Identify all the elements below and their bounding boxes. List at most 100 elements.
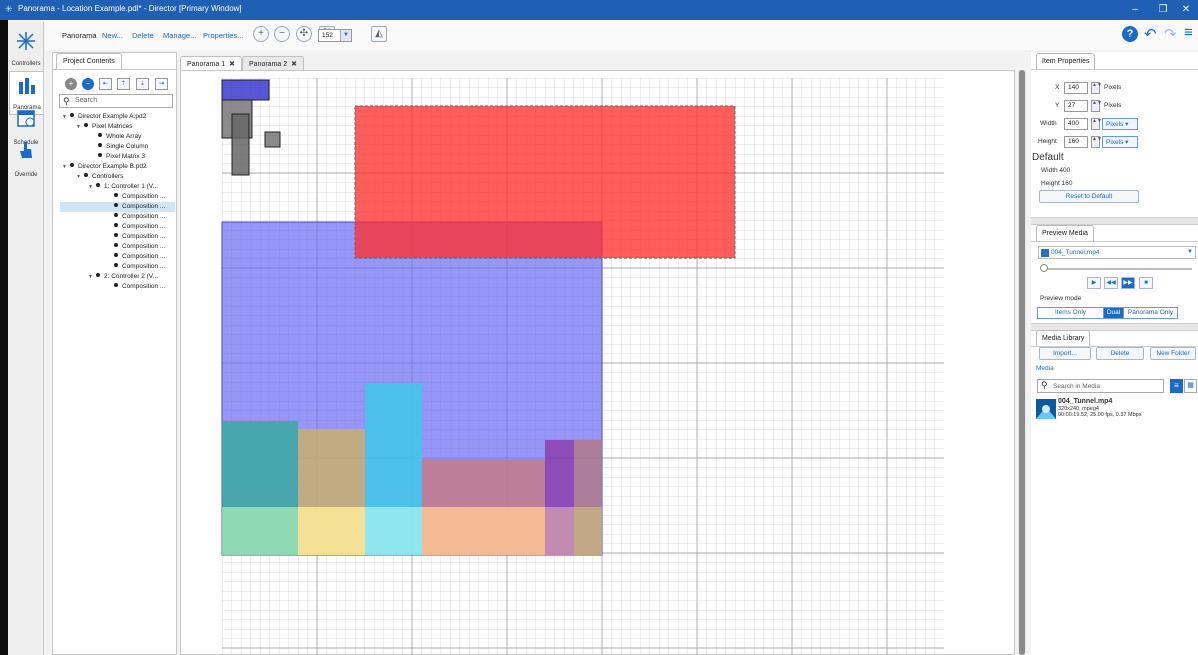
tree-item[interactable]: Composition ...: [114, 242, 165, 252]
tree-item[interactable]: ▼ Director Example A.pd2: [62, 112, 146, 122]
seek-track[interactable]: [1042, 268, 1192, 270]
nav-override[interactable]: Override: [9, 137, 43, 181]
tree-item[interactable]: Composition ...: [114, 192, 165, 202]
y-stepper[interactable]: ▲▼: [1091, 100, 1102, 112]
x-stepper[interactable]: ▲▼: [1091, 82, 1102, 94]
add-icon[interactable]: +: [65, 78, 77, 90]
project-search-input[interactable]: ⚲ Search: [59, 94, 173, 108]
composition-region[interactable]: [422, 459, 545, 507]
small-matrix-region[interactable]: [264, 131, 281, 148]
rewind-icon[interactable]: ◀◀: [1104, 277, 1118, 289]
tree-item[interactable]: ▼ Director Example B.pd2: [62, 162, 147, 172]
tab-panorama-2[interactable]: Panorama 2 ✖: [242, 56, 305, 70]
remove-icon[interactable]: −: [82, 78, 94, 90]
help-icon[interactable]: ?: [1122, 26, 1138, 42]
tree-item[interactable]: Composition ...: [114, 232, 165, 242]
tab-panorama-1[interactable]: Panorama 1 ✖: [180, 56, 243, 70]
play-icon[interactable]: ▶: [1087, 277, 1101, 289]
align-top-icon[interactable]: ⇡: [117, 78, 130, 90]
small-matrix-region[interactable]: [231, 113, 250, 176]
selected-item-region[interactable]: [354, 105, 736, 259]
composition-region[interactable]: [298, 429, 365, 507]
zoom-in-icon[interactable]: +: [253, 26, 269, 42]
width-unit-select[interactable]: Pixels ▾: [1102, 118, 1138, 130]
height-unit-select[interactable]: Pixels ▾: [1102, 136, 1138, 148]
tree-item[interactable]: ▼ 1: Controller 1 (V...: [88, 182, 158, 192]
x-input[interactable]: 140: [1064, 82, 1088, 94]
new-folder-button[interactable]: New Folder: [1150, 347, 1196, 360]
composition-region[interactable]: [365, 507, 422, 555]
composition-region[interactable]: [298, 507, 365, 555]
composition-region[interactable]: [574, 440, 602, 507]
align-bottom-icon[interactable]: ⇣: [136, 78, 149, 90]
menu-icon[interactable]: ≡: [1184, 24, 1193, 41]
tree-item[interactable]: Composition ...: [114, 212, 165, 222]
stop-icon[interactable]: ■: [1139, 277, 1153, 289]
tree-item[interactable]: ▼ Controllers: [76, 172, 123, 182]
tree-item[interactable]: Composition ...: [114, 222, 165, 232]
tree-item[interactable]: Composition ...: [114, 282, 165, 292]
grid-view-icon[interactable]: ▦: [1184, 379, 1197, 393]
mode-panorama-only[interactable]: Panorama Only: [1123, 307, 1178, 319]
delete-button[interactable]: Delete: [132, 31, 154, 40]
align-left-icon[interactable]: ⇤: [99, 78, 112, 90]
tree-item[interactable]: ▼ 2: Controller 2 (V...: [88, 272, 158, 282]
redo-icon[interactable]: ↷: [1164, 25, 1177, 43]
composition-region[interactable]: [222, 421, 298, 507]
maximize-button[interactable]: ❐: [1153, 2, 1173, 18]
composition-region[interactable]: [574, 507, 602, 555]
composition-region[interactable]: [422, 507, 545, 555]
properties-button[interactable]: Properties...: [203, 31, 243, 40]
media-item[interactable]: 004_Tunnel.mp4 320x240, mpeg4 00:00:19.5…: [1036, 397, 1196, 421]
close-tab-icon[interactable]: ✖: [291, 61, 297, 68]
media-select[interactable]: 004_Tunnel.mp4 ▼: [1038, 246, 1196, 259]
reset-to-default-button[interactable]: Reset to Default: [1039, 190, 1139, 203]
import-button[interactable]: Import...: [1039, 347, 1091, 360]
zoom-select[interactable]: 152 ▼: [318, 29, 352, 42]
canvas-scrollbar[interactable]: [1018, 70, 1026, 655]
media-search-input[interactable]: ⚲ Search in Media: [1037, 379, 1164, 393]
calendar-icon: [17, 110, 35, 127]
mode-dual[interactable]: Dual: [1103, 307, 1124, 319]
fast-forward-icon[interactable]: ▶▶: [1121, 277, 1135, 289]
small-matrix-region[interactable]: [221, 79, 270, 101]
tab-item-properties[interactable]: Item Properties: [1036, 53, 1096, 69]
close-button[interactable]: ✕: [1176, 2, 1196, 18]
y-input[interactable]: 27: [1064, 100, 1088, 112]
tab-media-library[interactable]: Media Library: [1036, 330, 1091, 346]
width-input[interactable]: 400: [1064, 118, 1088, 130]
seek-handle[interactable]: [1040, 264, 1048, 272]
composition-region[interactable]: [222, 507, 298, 555]
tree-item[interactable]: Pixel Matrix 3: [98, 152, 145, 162]
tree-item[interactable]: Composition ...: [114, 252, 165, 262]
composition-region[interactable]: [365, 383, 422, 507]
list-view-icon[interactable]: ≡: [1170, 379, 1183, 393]
width-stepper[interactable]: ▲▼: [1091, 118, 1102, 130]
tab-project-contents[interactable]: Project Contents: [56, 53, 122, 69]
fit-view-icon[interactable]: ✣: [296, 26, 312, 42]
mode-items-only[interactable]: Items Only: [1037, 307, 1104, 319]
tree-item[interactable]: Whole Array: [98, 132, 141, 142]
height-input[interactable]: 160: [1064, 136, 1088, 148]
minimize-button[interactable]: –: [1125, 2, 1145, 18]
image-icon[interactable]: ◭: [371, 26, 387, 42]
tree-item[interactable]: Composition ...: [114, 262, 165, 272]
media-delete-button[interactable]: Delete: [1096, 347, 1144, 360]
zoom-out-icon[interactable]: −: [274, 26, 290, 42]
tree-item[interactable]: ▼ Pixel Matrices: [76, 122, 132, 132]
undo-icon[interactable]: ↶: [1144, 25, 1157, 43]
scrollbar-thumb[interactable]: [1019, 70, 1025, 655]
align-right-icon[interactable]: ⇥: [155, 78, 168, 90]
new-button[interactable]: New...: [102, 31, 123, 40]
close-tab-icon[interactable]: ✖: [229, 61, 235, 68]
composition-region[interactable]: [545, 507, 574, 555]
height-stepper[interactable]: ▲▼: [1091, 136, 1102, 148]
tree-item-selected[interactable]: Composition ...: [60, 202, 175, 212]
media-folder-link[interactable]: Media: [1036, 365, 1054, 372]
tab-preview-media[interactable]: Preview Media: [1036, 225, 1094, 241]
composition-region[interactable]: [545, 440, 574, 507]
manage-button[interactable]: Manage...: [163, 31, 196, 40]
panorama-canvas[interactable]: [180, 70, 1015, 655]
nav-controllers[interactable]: Controllers: [9, 26, 43, 70]
tree-item[interactable]: Single Column: [98, 142, 148, 152]
